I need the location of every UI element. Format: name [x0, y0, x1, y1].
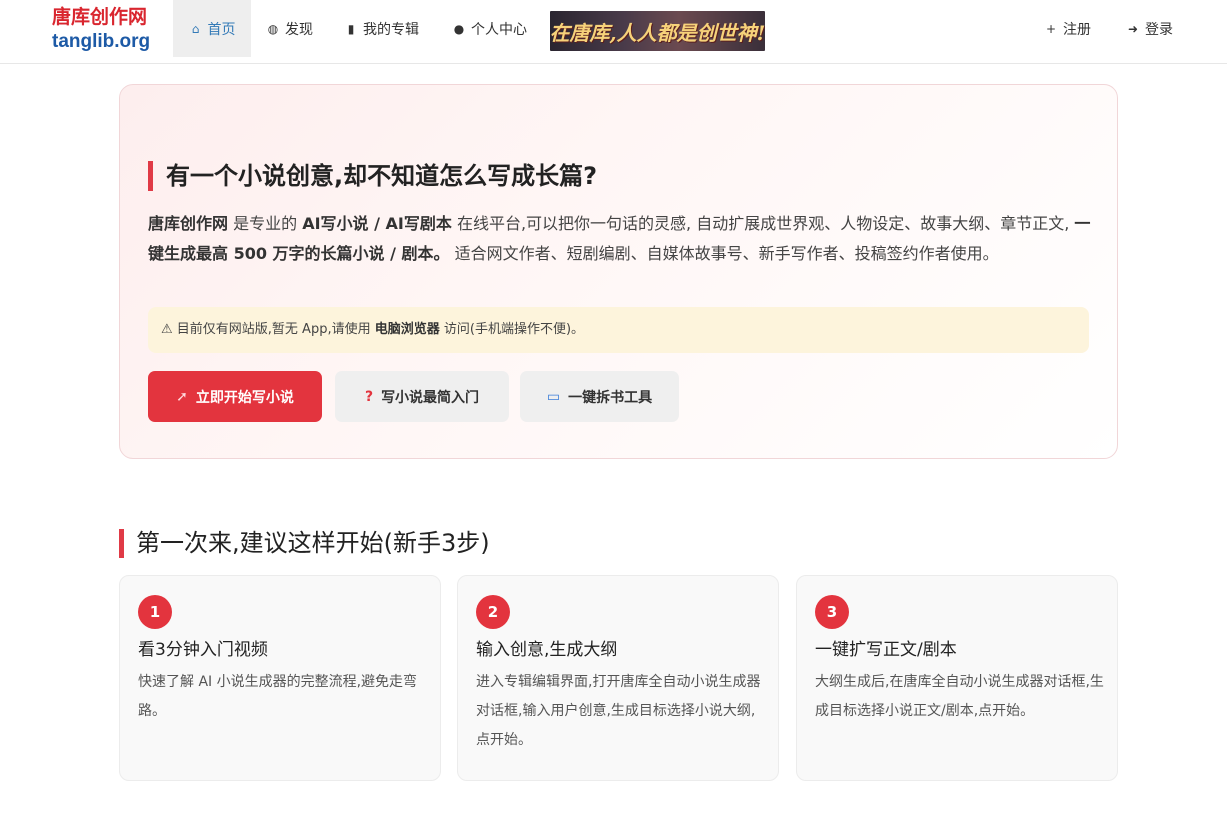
step-number-badge: 2 [476, 595, 510, 629]
hero-desc-brand: 唐库创作网 [148, 214, 229, 233]
nav-login-label: 登录 [1145, 21, 1173, 38]
step-card: 3 一键扩写正文/剧本 大纲生成后,在唐库全自动小说生成器对话框,生成目标选择小… [796, 575, 1118, 781]
nav-home-label: 首页 [207, 21, 236, 38]
nav-home[interactable]: ⌂ 首页 [173, 0, 251, 57]
step-title: 输入创意,生成大纲 [476, 640, 618, 660]
open-book-icon: ▭ [546, 388, 561, 405]
promo-banner-text: 在唐库,人人都是创世神! [550, 20, 765, 45]
book-icon: ▮ [347, 21, 355, 36]
book-split-tool-button[interactable]: ▭ 一键拆书工具 [520, 371, 679, 422]
hero-desc-text-2: 在线平台,可以把你一句话的灵感, 自动扩展成世界观、人物设定、故事大纲、章节正文… [451, 214, 1075, 233]
step-title: 看3分钟入门视频 [138, 640, 268, 660]
sign-in-icon: ➜ [1127, 21, 1139, 36]
nav-my-albums[interactable]: ▮ 我的专辑 [344, 0, 419, 57]
nav-personal-center[interactable]: ● 个人中心 [452, 0, 527, 57]
step-description: 进入专辑编辑界面,打开唐库全自动小说生成器对话框,输入用户创意,生成目标选择小说… [476, 674, 761, 748]
book-split-tool-label: 一键拆书工具 [568, 389, 653, 406]
start-writing-label: 立即开始写小说 [195, 389, 294, 406]
hero-panel: 有一个小说创意,却不知道怎么写成长篇? 唐库创作网 是专业的 AI写小说 / A… [119, 84, 1118, 459]
hero-title: 有一个小说创意,却不知道怎么写成长篇? [148, 161, 597, 191]
nav-discover[interactable]: ◍ 发现 [266, 0, 313, 57]
start-writing-button[interactable]: ➚ 立即开始写小说 [148, 371, 322, 422]
step-description: 大纲生成后,在唐库全自动小说生成器对话框,生成目标选择小说正文/剧本,点开始。 [815, 674, 1104, 719]
site-logo[interactable]: 唐库创作网 tanglib.org [52, 8, 162, 54]
hero-description: 唐库创作网 是专业的 AI写小说 / AI写剧本 在线平台,可以把你一句话的灵感… [148, 209, 1094, 269]
home-icon: ⌂ [191, 21, 200, 36]
step-description: 快速了解 AI 小说生成器的完整流程,避免走弯路。 [138, 674, 418, 719]
beginner-guide-button[interactable]: ? 写小说最简入门 [335, 371, 509, 422]
promo-banner[interactable]: 在唐库,人人都是创世神! [550, 11, 765, 51]
rocket-icon: ➚ [176, 388, 188, 405]
user-icon: ● [453, 21, 465, 36]
nav-register-label: 注册 [1063, 21, 1091, 38]
hero-desc-text-3: 适合网文作者、短剧编剧、自媒体故事号、新手写作者、投稿签约作者使用。 [449, 244, 999, 263]
step-number-badge: 3 [815, 595, 849, 629]
notice-text-2: 访问(手机端操作不便)。 [439, 322, 585, 337]
notice-highlight: 电脑浏览器 [374, 322, 440, 337]
user-plus-icon: + [1045, 21, 1057, 36]
hero-desc-keyword: AI写小说 / AI写剧本 [302, 214, 452, 233]
question-icon: ? [364, 388, 374, 405]
browser-notice: ⚠ 目前仅有网站版,暂无 App,请使用 电脑浏览器 访问(手机端操作不便)。 [148, 307, 1089, 353]
globe-icon: ◍ [267, 21, 279, 36]
nav-discover-label: 发现 [285, 21, 313, 38]
beginner-guide-label: 写小说最简入门 [381, 389, 480, 406]
step-number-badge: 1 [138, 595, 172, 629]
nav-my-albums-label: 我的专辑 [363, 21, 419, 38]
logo-chinese-text: 唐库创作网 [52, 6, 148, 28]
notice-text-1: ⚠ 目前仅有网站版,暂无 App,请使用 [161, 322, 375, 337]
nav-register[interactable]: + 注册 [1044, 0, 1091, 57]
step-title: 一键扩写正文/剧本 [815, 640, 957, 660]
top-navbar: 唐库创作网 tanglib.org ⌂ 首页 ◍ 发现 ▮ 我的专辑 ● 个人中… [0, 0, 1227, 64]
steps-section-title: 第一次来,建议这样开始(新手3步) [119, 529, 490, 558]
step-card: 2 输入创意,生成大纲 进入专辑编辑界面,打开唐库全自动小说生成器对话框,输入用… [457, 575, 779, 781]
nav-login[interactable]: ➜ 登录 [1126, 0, 1173, 57]
nav-personal-center-label: 个人中心 [471, 21, 527, 38]
logo-domain-text: tanglib.org [52, 31, 151, 52]
hero-desc-text-1: 是专业的 [228, 214, 303, 233]
step-card: 1 看3分钟入门视频 快速了解 AI 小说生成器的完整流程,避免走弯路。 [119, 575, 441, 781]
